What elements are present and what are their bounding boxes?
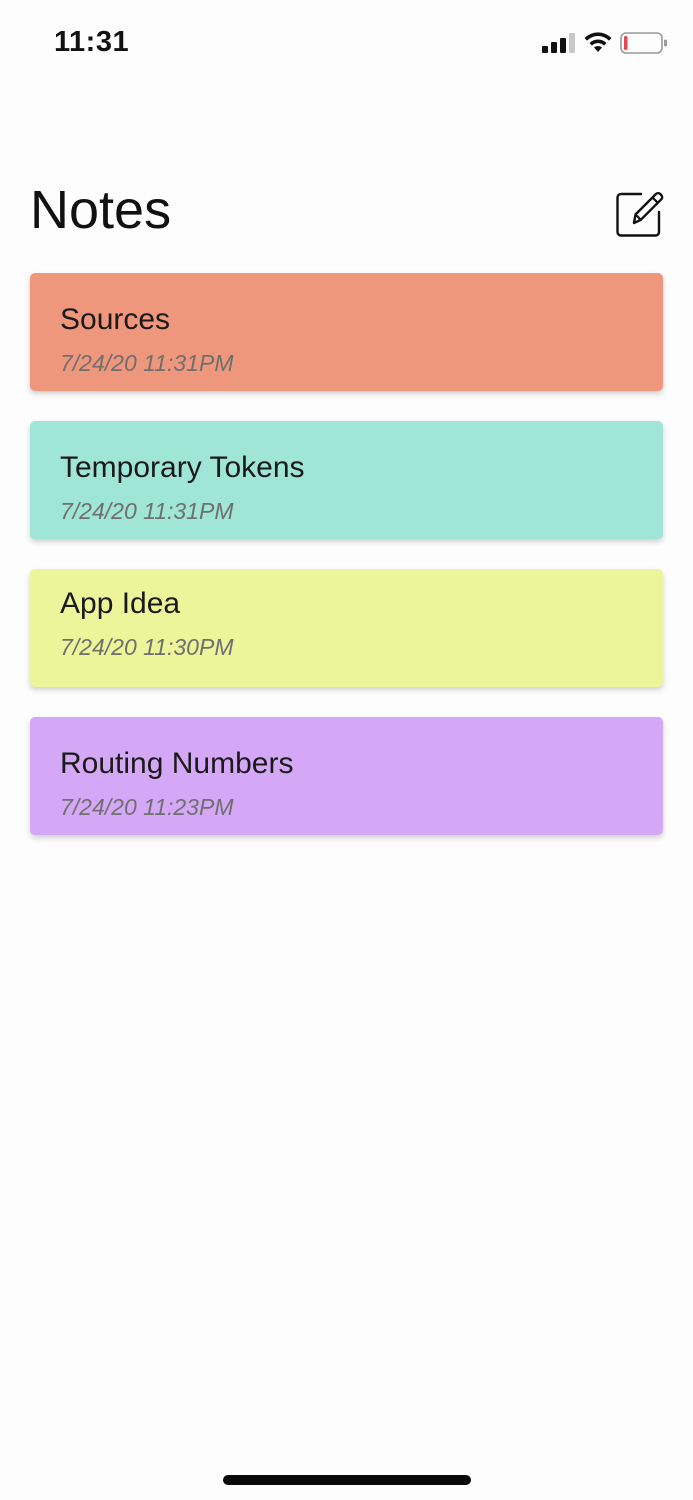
- note-card[interactable]: Sources 7/24/20 11:31PM: [30, 273, 663, 391]
- status-bar: 11:31: [0, 0, 693, 88]
- notes-screen: 11:31 Notes Sources 7/24/20 11:31PM Temp…: [0, 0, 693, 1500]
- note-date: 7/24/20 11:31PM: [60, 350, 234, 376]
- note-title: Temporary Tokens: [60, 451, 305, 484]
- battery-low-icon: [620, 32, 667, 54]
- compose-icon: [616, 191, 664, 237]
- note-date: 7/24/20 11:31PM: [60, 498, 234, 524]
- status-time: 11:31: [54, 26, 130, 58]
- wifi-icon: [584, 32, 612, 52]
- note-date: 7/24/20 11:30PM: [60, 634, 234, 660]
- note-title: Routing Numbers: [60, 747, 294, 780]
- note-title: App Idea: [60, 587, 181, 620]
- note-card[interactable]: App Idea 7/24/20 11:30PM: [30, 569, 663, 687]
- page-title: Notes: [30, 180, 172, 240]
- cellular-signal-icon: [542, 33, 575, 53]
- note-card[interactable]: Routing Numbers 7/24/20 11:23PM: [30, 717, 663, 835]
- home-indicator[interactable]: [223, 1475, 471, 1485]
- note-date: 7/24/20 11:23PM: [60, 794, 234, 820]
- note-title: Sources: [60, 303, 171, 336]
- note-card[interactable]: Temporary Tokens 7/24/20 11:31PM: [30, 421, 663, 539]
- compose-note-button[interactable]: [614, 189, 664, 239]
